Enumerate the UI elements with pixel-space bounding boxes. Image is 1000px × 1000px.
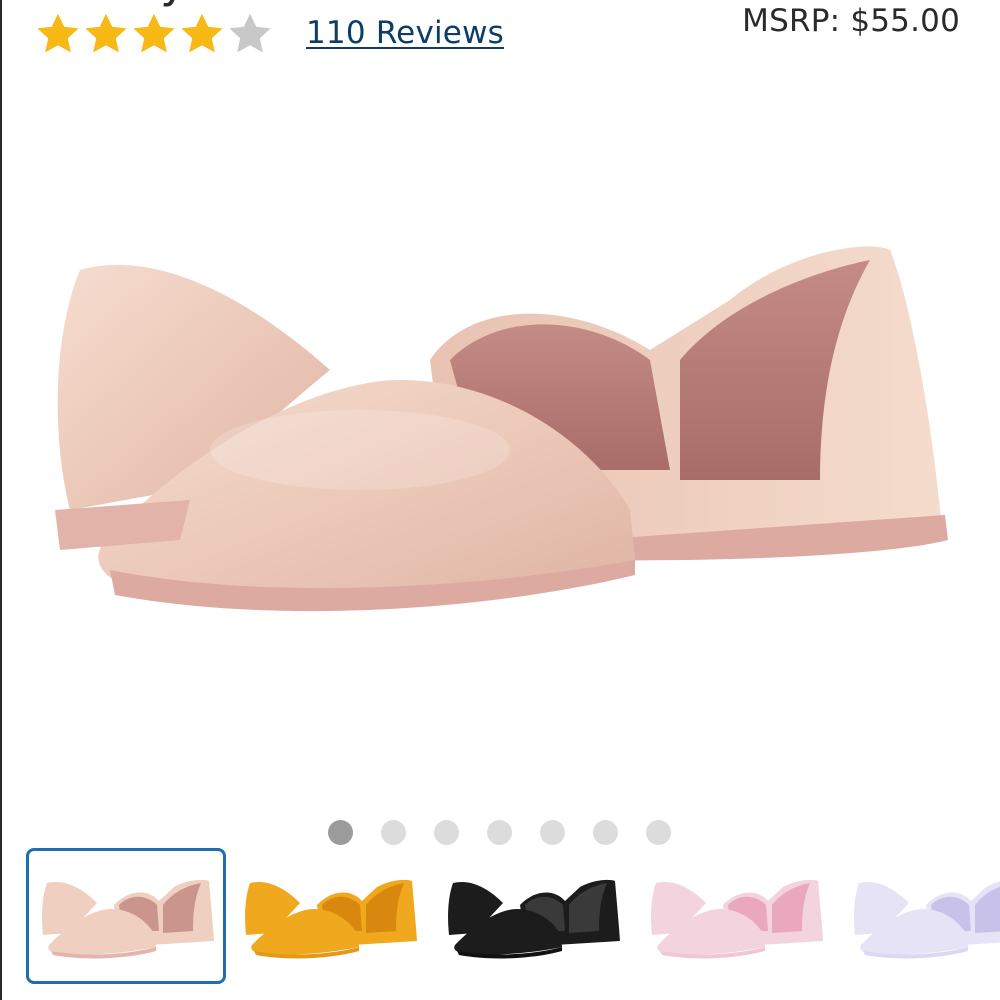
pager-dot[interactable] <box>328 820 353 845</box>
star-filled-icon <box>37 13 79 53</box>
shoe-thumbnail-image <box>854 881 1000 959</box>
star-empty-icon <box>229 13 271 53</box>
color-thumbnail[interactable] <box>26 848 226 984</box>
shoe-thumbnail-image <box>245 879 417 959</box>
msrp-price: MSRP: $55.00 <box>742 3 960 39</box>
product-title-fragment: y <box>160 0 187 8</box>
color-thumbnail[interactable] <box>838 848 1000 984</box>
shoe-thumbnail-image <box>42 879 214 959</box>
pager-dot[interactable] <box>646 820 671 845</box>
color-thumbnail[interactable] <box>229 848 429 984</box>
star-filled-icon <box>85 13 127 53</box>
color-thumbnail[interactable] <box>635 848 835 984</box>
star-filled-icon <box>133 13 175 53</box>
shoe-pair-image <box>55 246 948 612</box>
pager-dot[interactable] <box>540 820 565 845</box>
pager-dot[interactable] <box>487 820 512 845</box>
pager-dot[interactable] <box>381 820 406 845</box>
star-rating <box>34 10 274 58</box>
product-main-image[interactable] <box>30 210 970 670</box>
image-pager <box>328 820 699 845</box>
left-edge-line <box>0 0 2 1000</box>
shoe-thumbnail-image <box>448 879 620 959</box>
pager-dot[interactable] <box>593 820 618 845</box>
thumbnail-strip <box>26 848 1000 990</box>
shoe-thumbnail-image <box>651 879 823 959</box>
star-filled-icon <box>181 13 223 53</box>
color-thumbnail[interactable] <box>432 848 632 984</box>
reviews-link[interactable]: 110 Reviews <box>306 15 504 51</box>
pager-dot[interactable] <box>434 820 459 845</box>
